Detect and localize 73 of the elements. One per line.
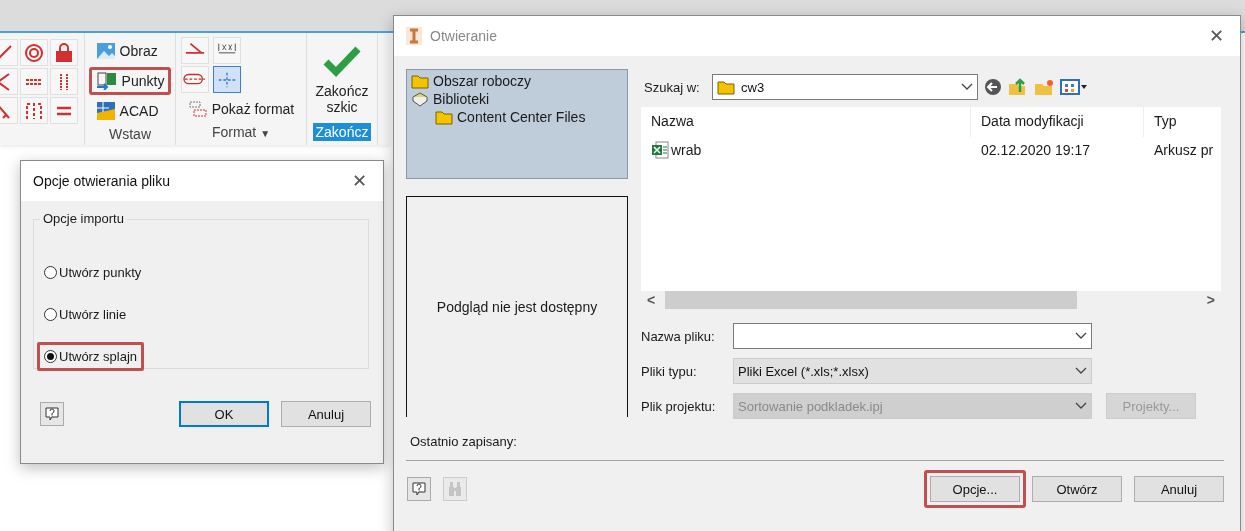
ribbon-button[interactable]: Pokaż format (180, 95, 302, 123)
help-icon[interactable] (407, 477, 431, 501)
folder-icon (435, 109, 453, 125)
table-cell-text: Arkusz pr (1153, 141, 1215, 160)
up-folder-icon[interactable] (1008, 78, 1028, 96)
close-button[interactable]: ✕ (346, 168, 373, 194)
field-label: Nazwa pliku: (641, 328, 716, 344)
dialog-button[interactable]: Opcje... (924, 470, 1026, 508)
close-button[interactable]: ✕ (1203, 23, 1230, 49)
import-points-icon (95, 72, 118, 90)
new-folder-icon[interactable] (1034, 78, 1054, 96)
back-icon[interactable] (984, 78, 1002, 96)
place-item[interactable]: Biblioteki (411, 91, 623, 107)
group-label: Wstaw (108, 125, 152, 143)
look-in-combo[interactable]: cw3 (712, 74, 978, 100)
file-name: wrab (671, 142, 702, 158)
sketch-tool-icon[interactable] (50, 39, 78, 66)
radio-option[interactable]: Utwórz punkty (37, 258, 149, 287)
group-label: Format (211, 124, 257, 140)
group-menu[interactable]: Format ▼ (208, 123, 274, 141)
finish-sketch-button[interactable]: Zakończ szkic (307, 45, 377, 115)
radio-option[interactable]: Utwórz splajn (37, 342, 145, 371)
preview-text: Podgląd nie jest dostępny (436, 299, 598, 315)
check-icon (323, 45, 361, 77)
field-label: Plik projektu: (641, 398, 717, 414)
recent-label: Ostatnio zapisany: (409, 433, 518, 449)
dialog-title: Otwieranie (430, 28, 498, 44)
chevron-icon (1075, 402, 1087, 410)
scroll-left-button[interactable]: < (641, 292, 662, 308)
look-in-label: Szukaj w: (643, 79, 701, 95)
caret-icon: ▼ (260, 128, 271, 139)
radio-circle[interactable] (44, 266, 57, 279)
column-header[interactable]: Data modyfikacji (971, 107, 1144, 137)
place-item[interactable]: Obszar roboczy (411, 73, 623, 89)
sketch-tool-icon[interactable] (20, 68, 48, 95)
group-title: Opcje importu (40, 211, 127, 226)
folder-icon (411, 73, 429, 89)
ribbon-button[interactable]: Punkty (88, 67, 172, 95)
folder-icon (717, 79, 735, 95)
library-icon (411, 91, 429, 107)
app-icon (406, 27, 422, 45)
image-icon (95, 42, 116, 60)
cad-icon (95, 101, 116, 121)
dialog-button[interactable]: Anuluj (281, 401, 371, 427)
file-type-select[interactable]: Pliki Excel (*.xls;*.xlsx) (733, 358, 1092, 384)
scroll-right-button[interactable]: > (1200, 292, 1221, 308)
group-label: Zakończ (312, 123, 372, 141)
radio-option[interactable]: Utwórz linie (37, 300, 134, 329)
format-tool-icon[interactable] (212, 66, 241, 93)
view-menu-icon[interactable] (1060, 78, 1088, 96)
place-item[interactable]: Content Center Files (411, 109, 623, 125)
table-cell-text: 02.12.2020 19:17 (980, 141, 1091, 160)
radio-circle[interactable] (44, 350, 57, 363)
field-label: Pliki typu: (641, 363, 698, 379)
column-header[interactable]: Typ (1144, 107, 1218, 137)
chevron-icon (1075, 367, 1087, 375)
column-header[interactable]: Nazwa (641, 107, 971, 137)
spreadsheet-icon (651, 141, 669, 159)
chevron-icon (961, 83, 973, 91)
sketch-tool-icon[interactable] (20, 97, 48, 124)
ribbon-button[interactable]: Obraz (88, 37, 172, 65)
dialog-title: Opcje otwierania pliku (33, 173, 171, 189)
sketch-tool-icon[interactable] (50, 97, 78, 124)
chevron-icon (1075, 332, 1087, 340)
sketch-tool-icon[interactable] (50, 68, 78, 95)
ribbon-button[interactable]: ACAD (88, 97, 172, 125)
format-icon (187, 100, 208, 118)
dialog-button[interactable]: OK (179, 401, 269, 427)
radio-circle[interactable] (44, 308, 57, 321)
help-icon[interactable] (40, 402, 64, 426)
file-item[interactable]: wrab (641, 137, 971, 163)
file-name-field[interactable] (733, 323, 1092, 349)
sketch-tool-icon[interactable] (20, 39, 48, 66)
